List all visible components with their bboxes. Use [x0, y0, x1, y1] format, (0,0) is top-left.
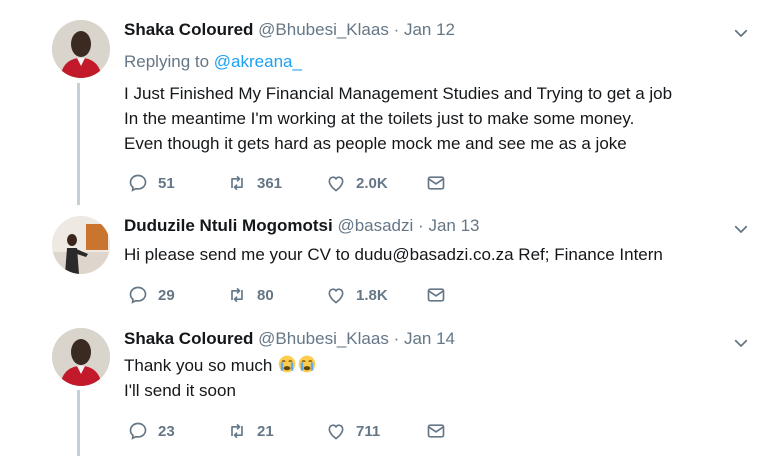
like-button[interactable]: 1.8K [326, 284, 388, 306]
retweet-icon [227, 285, 247, 305]
display-name[interactable]: Shaka Coloured [124, 329, 253, 348]
reply-count: 51 [158, 174, 175, 192]
like-button[interactable]: 2.0K [326, 172, 388, 194]
tweet-2[interactable]: Duduzile Ntuli Mogomotsi @basadzi · Jan … [0, 196, 774, 316]
reply-icon [128, 421, 148, 441]
mail-icon [426, 285, 446, 305]
separator: · [418, 216, 424, 235]
tweet-text-line: Thank you so much [124, 353, 317, 378]
tweet-text-line: In the meantime I'm working at the toile… [124, 109, 635, 128]
retweet-count: 21 [257, 422, 274, 440]
reply-icon [128, 285, 148, 305]
heart-icon [326, 173, 346, 193]
tweet-date[interactable]: Jan 12 [404, 20, 455, 39]
avatar[interactable] [52, 20, 110, 78]
retweet-button[interactable]: 21 [227, 420, 274, 442]
crying-face-emoji-icon [277, 354, 297, 374]
avatar[interactable] [52, 216, 110, 274]
reply-count: 23 [158, 422, 175, 440]
tweet-text-line: I Just Finished My Financial Management … [124, 84, 673, 103]
retweet-count: 80 [257, 286, 274, 304]
heart-icon [326, 421, 346, 441]
tweet-text-line: Hi please send me your CV to dudu@basadz… [124, 245, 663, 264]
direct-message-button[interactable] [426, 420, 456, 442]
direct-message-button[interactable] [426, 284, 456, 306]
thread-line [77, 390, 80, 456]
user-handle[interactable]: @Bhubesi_Klaas [258, 329, 389, 348]
display-name[interactable]: Shaka Coloured [124, 20, 253, 39]
like-count: 2.0K [356, 174, 388, 192]
retweet-icon [227, 421, 247, 441]
separator: · [393, 20, 400, 39]
tweet-header: Shaka Coloured @Bhubesi_Klaas · Jan 12 [124, 20, 455, 40]
user-handle[interactable]: @basadzi [337, 216, 413, 235]
like-button[interactable]: 711 [326, 420, 380, 442]
chevron-down-icon[interactable] [732, 24, 750, 42]
reply-button[interactable]: 51 [128, 172, 175, 194]
like-count: 711 [356, 422, 381, 440]
tweet-text-line: Even though it gets hard as people mock … [124, 134, 627, 153]
chevron-down-icon[interactable] [732, 220, 750, 238]
reply-button[interactable]: 23 [128, 420, 175, 442]
thread-line [77, 83, 80, 205]
replying-to: Replying to @akreana_ [124, 52, 302, 72]
crying-face-emoji-icon [297, 354, 317, 374]
like-count: 1.8K [356, 286, 388, 304]
tweet-text: Thank you so much I'll send it soon [124, 353, 317, 403]
replying-to-handle[interactable]: @akreana_ [214, 52, 302, 71]
tweet-text: I Just Finished My Financial Management … [124, 81, 672, 156]
retweet-icon [227, 173, 247, 193]
mail-icon [426, 173, 446, 193]
retweet-button[interactable]: 361 [227, 172, 282, 194]
mail-icon [426, 421, 446, 441]
tweet-date[interactable]: Jan 13 [428, 216, 479, 235]
chevron-down-icon[interactable] [732, 334, 750, 352]
tweet-text-line: I'll send it soon [124, 381, 236, 400]
replying-to-label: Replying to [124, 52, 210, 71]
tweet-date[interactable]: Jan 14 [404, 329, 455, 348]
user-handle[interactable]: @Bhubesi_Klaas [258, 20, 389, 39]
retweet-count: 361 [257, 174, 283, 192]
tweet-1[interactable]: Shaka Coloured @Bhubesi_Klaas · Jan 12 R… [0, 0, 774, 205]
display-name[interactable]: Duduzile Ntuli Mogomotsi [124, 216, 333, 235]
avatar[interactable] [52, 328, 110, 386]
reply-icon [128, 173, 148, 193]
tweet-text: Hi please send me your CV to dudu@basadz… [124, 242, 663, 267]
tweet-3[interactable]: Shaka Coloured @Bhubesi_Klaas · Jan 14 T… [0, 312, 774, 456]
tweet-text-fragment: Thank you so much [124, 356, 273, 375]
reply-count: 29 [158, 286, 175, 304]
reply-button[interactable]: 29 [128, 284, 175, 306]
tweet-header: Duduzile Ntuli Mogomotsi @basadzi · Jan … [124, 216, 479, 236]
direct-message-button[interactable] [426, 172, 456, 194]
tweet-header: Shaka Coloured @Bhubesi_Klaas · Jan 14 [124, 329, 455, 349]
separator: · [393, 329, 400, 348]
retweet-button[interactable]: 80 [227, 284, 274, 306]
heart-icon [326, 285, 346, 305]
